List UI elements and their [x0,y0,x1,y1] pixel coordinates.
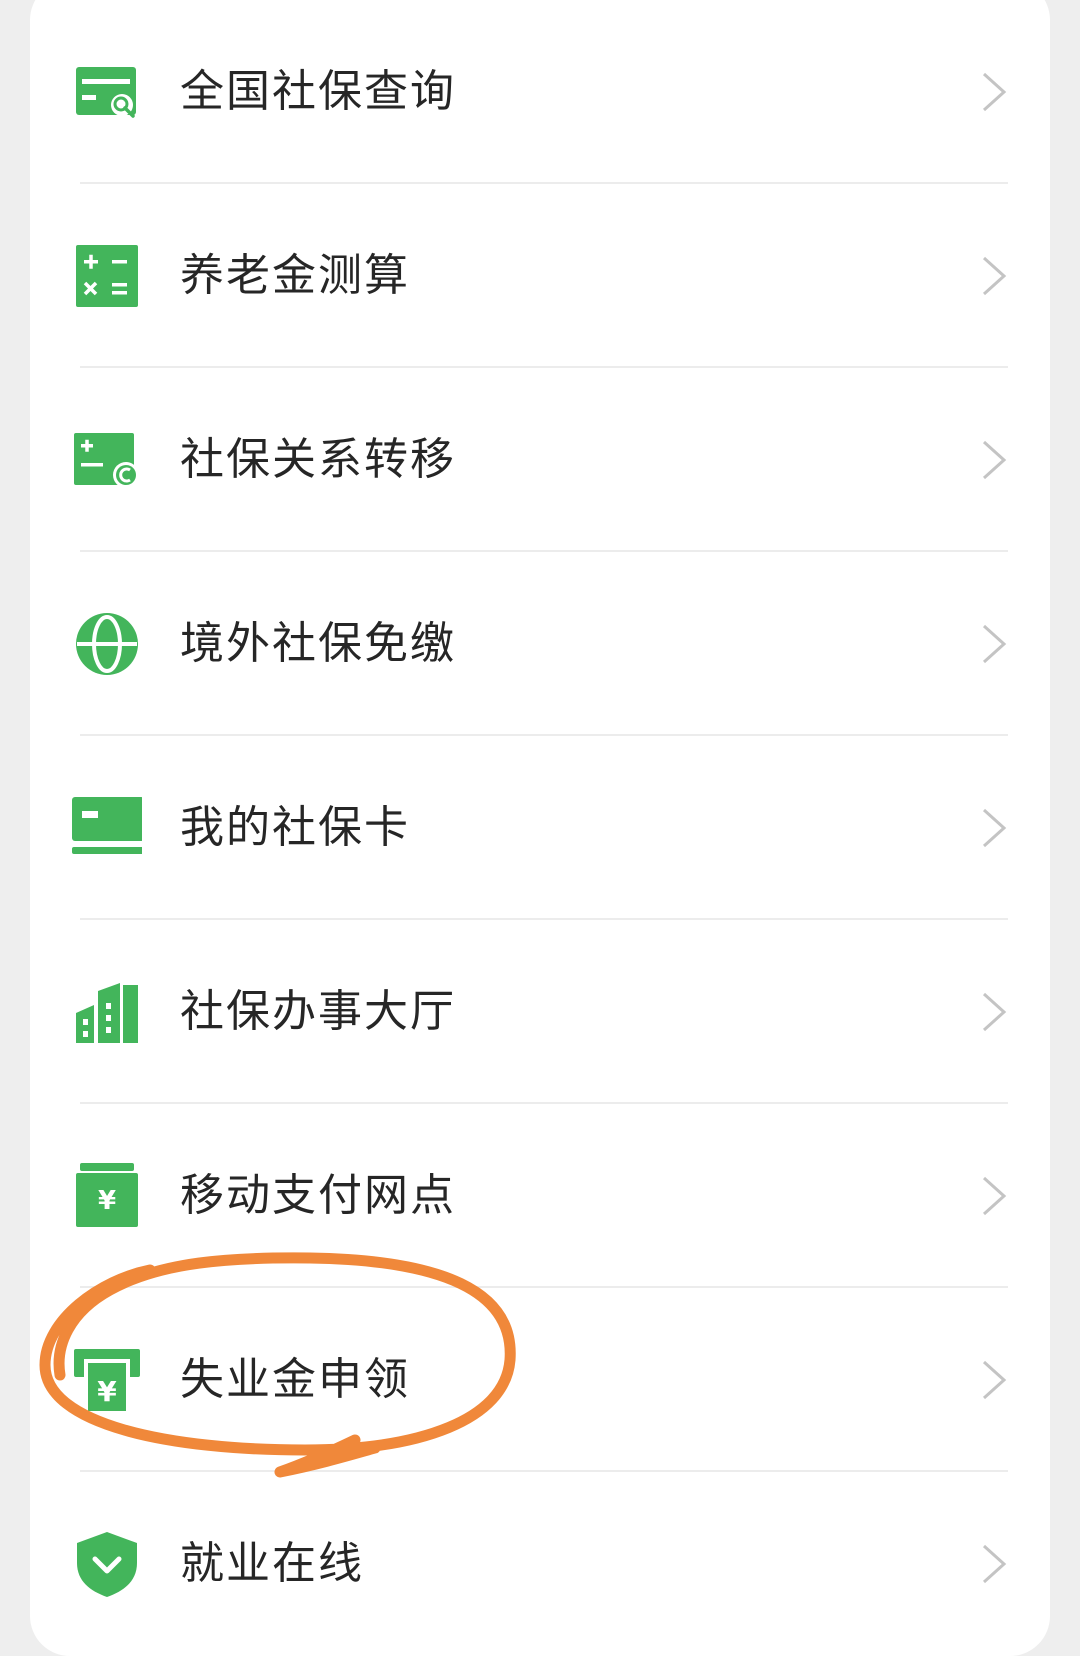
chevron-right-icon [980,622,1008,666]
menu-item-my-card[interactable]: 我的社保卡 [30,736,1050,920]
card-search-icon [72,57,142,127]
menu-item-label: 就业在线 [180,1538,364,1589]
chevron-right-icon [980,254,1008,298]
menu-item-pension-calculator[interactable]: 养老金测算 [30,184,1050,368]
menu-item-label: 全国社保查询 [180,66,456,117]
menu-item-label: 失业金申领 [180,1354,410,1405]
atm-icon: ¥ [72,1345,142,1415]
menu-item-label: 社保关系转移 [180,434,456,485]
card-icon [72,793,142,863]
chevron-right-icon [980,990,1008,1034]
shield-icon [72,1529,142,1599]
chevron-right-icon [980,438,1008,482]
chevron-right-icon [980,1542,1008,1586]
chevron-right-icon [980,1358,1008,1402]
chevron-right-icon [980,1174,1008,1218]
menu-item-label: 我的社保卡 [180,802,410,853]
menu-item-label: 境外社保免缴 [180,618,456,669]
globe-icon [72,609,142,679]
menu-item-unemployment-benefit[interactable]: ¥ 失业金申领 [30,1288,1050,1472]
calculator-icon [72,241,142,311]
svg-text:¥: ¥ [97,1375,117,1408]
menu-item-label: 移动支付网点 [180,1170,456,1221]
menu-item-label: 养老金测算 [180,250,410,301]
chevron-right-icon [980,70,1008,114]
svg-text:¥: ¥ [98,1186,116,1216]
payment-icon: ¥ [72,1161,142,1231]
building-icon [72,977,142,1047]
transfer-icon [72,425,142,495]
menu-item-social-security-transfer[interactable]: 社保关系转移 [30,368,1050,552]
menu-item-overseas-exemption[interactable]: 境外社保免缴 [30,552,1050,736]
menu-item-service-hall[interactable]: 社保办事大厅 [30,920,1050,1104]
menu-item-mobile-payment[interactable]: ¥ 移动支付网点 [30,1104,1050,1288]
chevron-right-icon [980,806,1008,850]
menu-item-label: 社保办事大厅 [180,986,456,1037]
service-list: 全国社保查询 养老金测算 社保关系转移 境外社保免缴 我的社保卡 社保办事大厅 … [30,0,1050,1656]
menu-item-employment-online[interactable]: 就业在线 [30,1472,1050,1656]
menu-item-social-security-query[interactable]: 全国社保查询 [30,0,1050,184]
